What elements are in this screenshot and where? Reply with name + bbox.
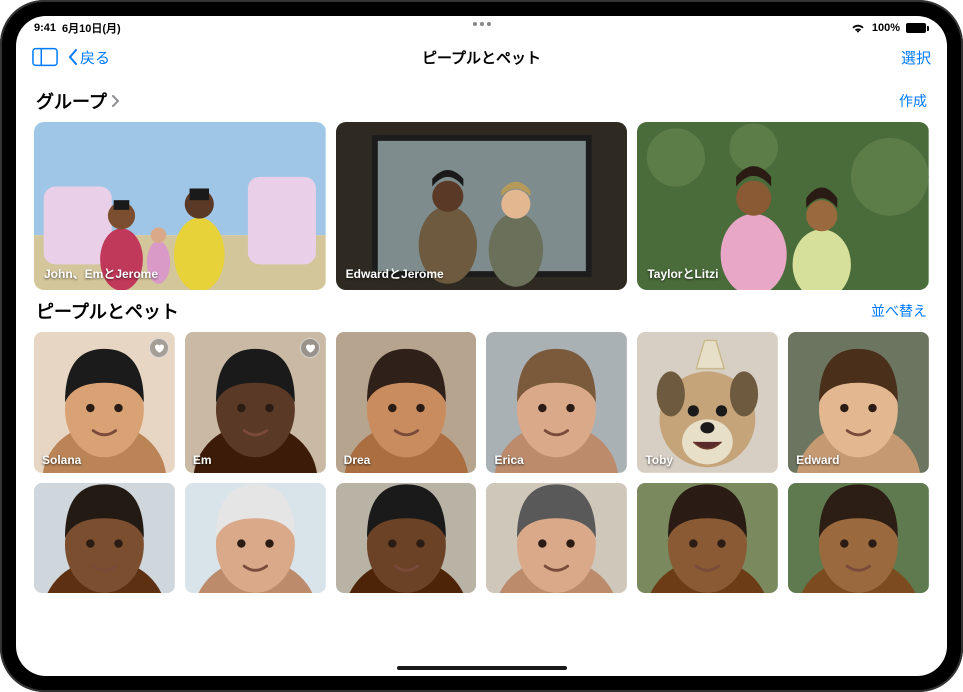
group-label: John、EmとJerome (44, 265, 158, 282)
heart-icon (153, 342, 165, 354)
person-card[interactable]: Edward (788, 332, 929, 473)
status-bar: 9:41 6月10日(月) 100% (16, 16, 947, 38)
person-photo (486, 332, 627, 473)
chevron-left-icon (68, 49, 78, 65)
nav-bar: 戻る ピープルとペット 選択 (16, 38, 947, 76)
groups-row: John、EmとJerome EdwardとJerome (34, 122, 929, 290)
person-photo (336, 483, 477, 593)
favorite-badge (149, 338, 169, 358)
chevron-right-icon (111, 95, 119, 107)
person-photo (34, 483, 175, 593)
device-frame: 9:41 6月10日(月) 100% (0, 0, 963, 692)
person-card[interactable]: Solana (34, 332, 175, 473)
person-card[interactable] (637, 483, 778, 593)
heart-icon (304, 342, 316, 354)
multitask-dots[interactable] (473, 22, 491, 26)
back-label: 戻る (80, 47, 110, 68)
person-card[interactable] (788, 483, 929, 593)
person-label: Drea (344, 453, 371, 467)
person-photo (788, 483, 929, 593)
favorite-badge (300, 338, 320, 358)
person-card[interactable] (185, 483, 326, 593)
page-title: ピープルとペット (422, 47, 541, 68)
group-label: TaylorとLitzi (647, 265, 718, 282)
groups-create-button[interactable]: 作成 (899, 91, 927, 111)
content-scroll[interactable]: グループ 作成 (16, 76, 947, 676)
people-section-header: ピープルとペット 並べ替え (36, 298, 927, 324)
home-indicator[interactable] (397, 666, 567, 670)
person-photo (637, 483, 778, 593)
group-label: EdwardとJerome (346, 265, 444, 282)
groups-title-button[interactable]: グループ (36, 88, 119, 114)
person-label: Edward (796, 453, 839, 467)
groups-section-header: グループ 作成 (36, 88, 927, 114)
person-label: Toby (645, 453, 673, 467)
battery-percentage: 100% (872, 22, 900, 34)
group-card[interactable]: TaylorとLitzi (637, 122, 929, 290)
wifi-icon (850, 22, 866, 34)
group-card[interactable]: EdwardとJerome (336, 122, 628, 290)
back-button[interactable]: 戻る (68, 47, 110, 68)
groups-title: グループ (36, 88, 107, 114)
person-photo (336, 332, 477, 473)
person-photo (637, 332, 778, 473)
person-card[interactable] (34, 483, 175, 593)
people-title: ピープルとペット (36, 298, 179, 324)
person-photo (486, 483, 627, 593)
people-grid: Solana Em Drea (34, 332, 929, 593)
person-label: Erica (494, 453, 523, 467)
person-label: Em (193, 453, 212, 467)
person-card[interactable]: Erica (486, 332, 627, 473)
person-card[interactable] (336, 483, 477, 593)
person-card[interactable] (486, 483, 627, 593)
person-photo (185, 483, 326, 593)
person-card[interactable]: Em (185, 332, 326, 473)
battery-icon (906, 23, 929, 33)
person-card[interactable]: Toby (637, 332, 778, 473)
people-sort-button[interactable]: 並べ替え (871, 301, 927, 321)
select-button[interactable]: 選択 (901, 47, 931, 68)
person-card[interactable]: Drea (336, 332, 477, 473)
screen: 9:41 6月10日(月) 100% (16, 16, 947, 676)
status-date: 6月10日(月) (62, 20, 121, 36)
sidebar-toggle-button[interactable] (32, 47, 58, 67)
status-time: 9:41 (34, 22, 56, 34)
person-label: Solana (42, 453, 81, 467)
group-card[interactable]: John、EmとJerome (34, 122, 326, 290)
person-photo (788, 332, 929, 473)
